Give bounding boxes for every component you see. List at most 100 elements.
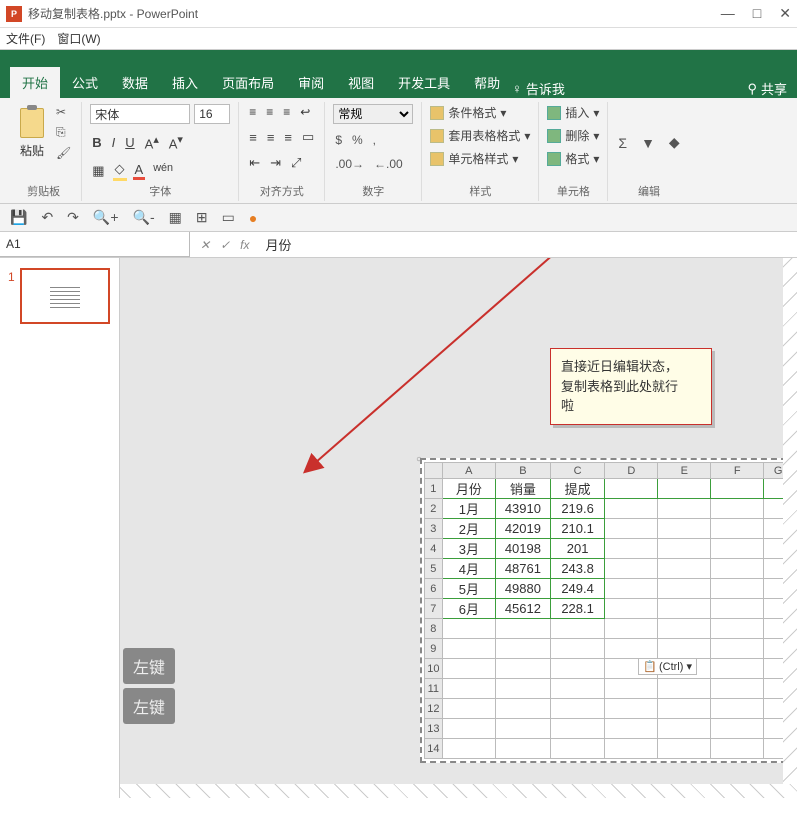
zoom-out-icon[interactable]: 🔍- bbox=[131, 208, 157, 227]
cell[interactable] bbox=[550, 639, 605, 659]
col-header[interactable]: A bbox=[442, 463, 495, 479]
cell[interactable] bbox=[711, 719, 764, 739]
cell[interactable]: 49880 bbox=[496, 579, 551, 599]
row-header[interactable]: 12 bbox=[425, 699, 443, 719]
cell[interactable] bbox=[605, 579, 658, 599]
cell[interactable]: 45612 bbox=[496, 599, 551, 619]
maximize-button[interactable]: □ bbox=[753, 5, 761, 22]
cell[interactable]: 201 bbox=[550, 539, 605, 559]
cell[interactable] bbox=[711, 539, 764, 559]
grow-font-button[interactable]: A▴ bbox=[143, 132, 161, 152]
cell[interactable]: 5月 bbox=[442, 579, 495, 599]
cell[interactable] bbox=[550, 719, 605, 739]
cell[interactable] bbox=[550, 739, 605, 759]
increase-indent-icon[interactable]: ⇥ bbox=[268, 154, 283, 172]
cell[interactable]: 2月 bbox=[442, 519, 495, 539]
align-middle-icon[interactable]: ≡ bbox=[264, 104, 275, 120]
cell[interactable]: 249.4 bbox=[550, 579, 605, 599]
cell[interactable] bbox=[711, 619, 764, 639]
sheet-grid[interactable]: A B C D E F G 1 月份 销量 提成 2 1月 43910 219.… bbox=[424, 462, 793, 759]
format-painter-icon[interactable]: 🖌 bbox=[54, 145, 73, 161]
cell[interactable] bbox=[658, 559, 711, 579]
cell[interactable]: 1月 bbox=[442, 499, 495, 519]
tab-help[interactable]: 帮助 bbox=[462, 67, 512, 98]
cell[interactable] bbox=[605, 519, 658, 539]
cell[interactable]: 月份 bbox=[442, 479, 495, 499]
cell[interactable] bbox=[550, 659, 605, 679]
close-button[interactable]: ✕ bbox=[779, 5, 791, 22]
cell[interactable]: 210.1 bbox=[550, 519, 605, 539]
cell[interactable] bbox=[711, 679, 764, 699]
insert-cells-button[interactable]: 插入 ▾ bbox=[547, 104, 599, 121]
row-header[interactable]: 7 bbox=[425, 599, 443, 619]
autosum-icon[interactable]: Σ bbox=[616, 134, 629, 152]
cell[interactable] bbox=[496, 719, 551, 739]
undo-icon[interactable]: ↶ bbox=[39, 208, 55, 227]
tab-view[interactable]: 视图 bbox=[336, 67, 386, 98]
fill-color-button[interactable]: ◇ bbox=[113, 160, 127, 181]
cell[interactable] bbox=[711, 579, 764, 599]
row-header[interactable]: 1 bbox=[425, 479, 443, 499]
cell[interactable] bbox=[658, 579, 711, 599]
tab-insert[interactable]: 插入 bbox=[160, 67, 210, 98]
cell[interactable] bbox=[711, 499, 764, 519]
menu-file[interactable]: 文件(F) bbox=[6, 30, 45, 47]
redo-icon[interactable]: ↷ bbox=[65, 208, 81, 227]
cell[interactable] bbox=[711, 599, 764, 619]
cell[interactable] bbox=[605, 539, 658, 559]
zoom-in-icon[interactable]: 🔍+ bbox=[91, 208, 121, 227]
cell[interactable] bbox=[605, 639, 658, 659]
decrease-indent-icon[interactable]: ⇤ bbox=[247, 154, 262, 172]
decrease-decimal-icon[interactable]: ←.00 bbox=[372, 156, 405, 172]
cell[interactable] bbox=[658, 739, 711, 759]
cell[interactable]: 4月 bbox=[442, 559, 495, 579]
cell[interactable] bbox=[658, 599, 711, 619]
cell[interactable]: 48761 bbox=[496, 559, 551, 579]
cell[interactable] bbox=[711, 739, 764, 759]
border-button[interactable]: ▦ bbox=[90, 162, 106, 180]
cell[interactable] bbox=[658, 639, 711, 659]
bold-button[interactable]: B bbox=[90, 134, 103, 151]
row-header[interactable]: 3 bbox=[425, 519, 443, 539]
col-header[interactable]: E bbox=[658, 463, 711, 479]
cell[interactable] bbox=[711, 699, 764, 719]
cell[interactable] bbox=[605, 499, 658, 519]
cell[interactable]: 提成 bbox=[550, 479, 605, 499]
align-left-icon[interactable]: ≡ bbox=[247, 129, 259, 146]
paste-smart-tag[interactable]: 📋 (Ctrl) ▾ bbox=[638, 658, 697, 675]
row-header[interactable]: 8 bbox=[425, 619, 443, 639]
cell[interactable] bbox=[496, 699, 551, 719]
align-right-icon[interactable]: ≡ bbox=[282, 129, 294, 146]
cell[interactable] bbox=[658, 519, 711, 539]
cell[interactable] bbox=[550, 699, 605, 719]
copy-icon[interactable]: ⎘ bbox=[54, 124, 73, 141]
cell[interactable] bbox=[658, 539, 711, 559]
cell[interactable] bbox=[605, 559, 658, 579]
embedded-spreadsheet[interactable]: A B C D E F G 1 月份 销量 提成 2 1月 43910 219.… bbox=[420, 458, 797, 763]
cell[interactable] bbox=[605, 619, 658, 639]
cell[interactable]: 42019 bbox=[496, 519, 551, 539]
format-cells-button[interactable]: 格式 ▾ bbox=[547, 150, 599, 167]
row-header[interactable]: 14 bbox=[425, 739, 443, 759]
formula-input[interactable]: 月份 bbox=[259, 235, 797, 254]
accept-formula-icon[interactable]: ✓ bbox=[220, 238, 230, 252]
italic-button[interactable]: I bbox=[110, 134, 118, 151]
wrap-text-icon[interactable]: ↩ bbox=[298, 104, 312, 120]
row-header[interactable]: 6 bbox=[425, 579, 443, 599]
freeze-icon[interactable]: ⊞ bbox=[194, 208, 210, 227]
cell[interactable] bbox=[496, 639, 551, 659]
cell[interactable]: 219.6 bbox=[550, 499, 605, 519]
align-bottom-icon[interactable]: ≡ bbox=[281, 104, 292, 120]
cell[interactable] bbox=[496, 679, 551, 699]
align-center-icon[interactable]: ≡ bbox=[265, 129, 277, 146]
comma-icon[interactable]: , bbox=[371, 132, 378, 148]
align-top-icon[interactable]: ≡ bbox=[247, 104, 258, 120]
cell[interactable] bbox=[658, 719, 711, 739]
cell[interactable]: 43910 bbox=[496, 499, 551, 519]
cell[interactable] bbox=[442, 619, 495, 639]
tab-review[interactable]: 审阅 bbox=[286, 67, 336, 98]
increase-decimal-icon[interactable]: .00→ bbox=[333, 156, 366, 172]
shape-icon[interactable]: ● bbox=[247, 209, 259, 227]
currency-icon[interactable]: $ bbox=[333, 132, 344, 148]
cell[interactable] bbox=[496, 619, 551, 639]
